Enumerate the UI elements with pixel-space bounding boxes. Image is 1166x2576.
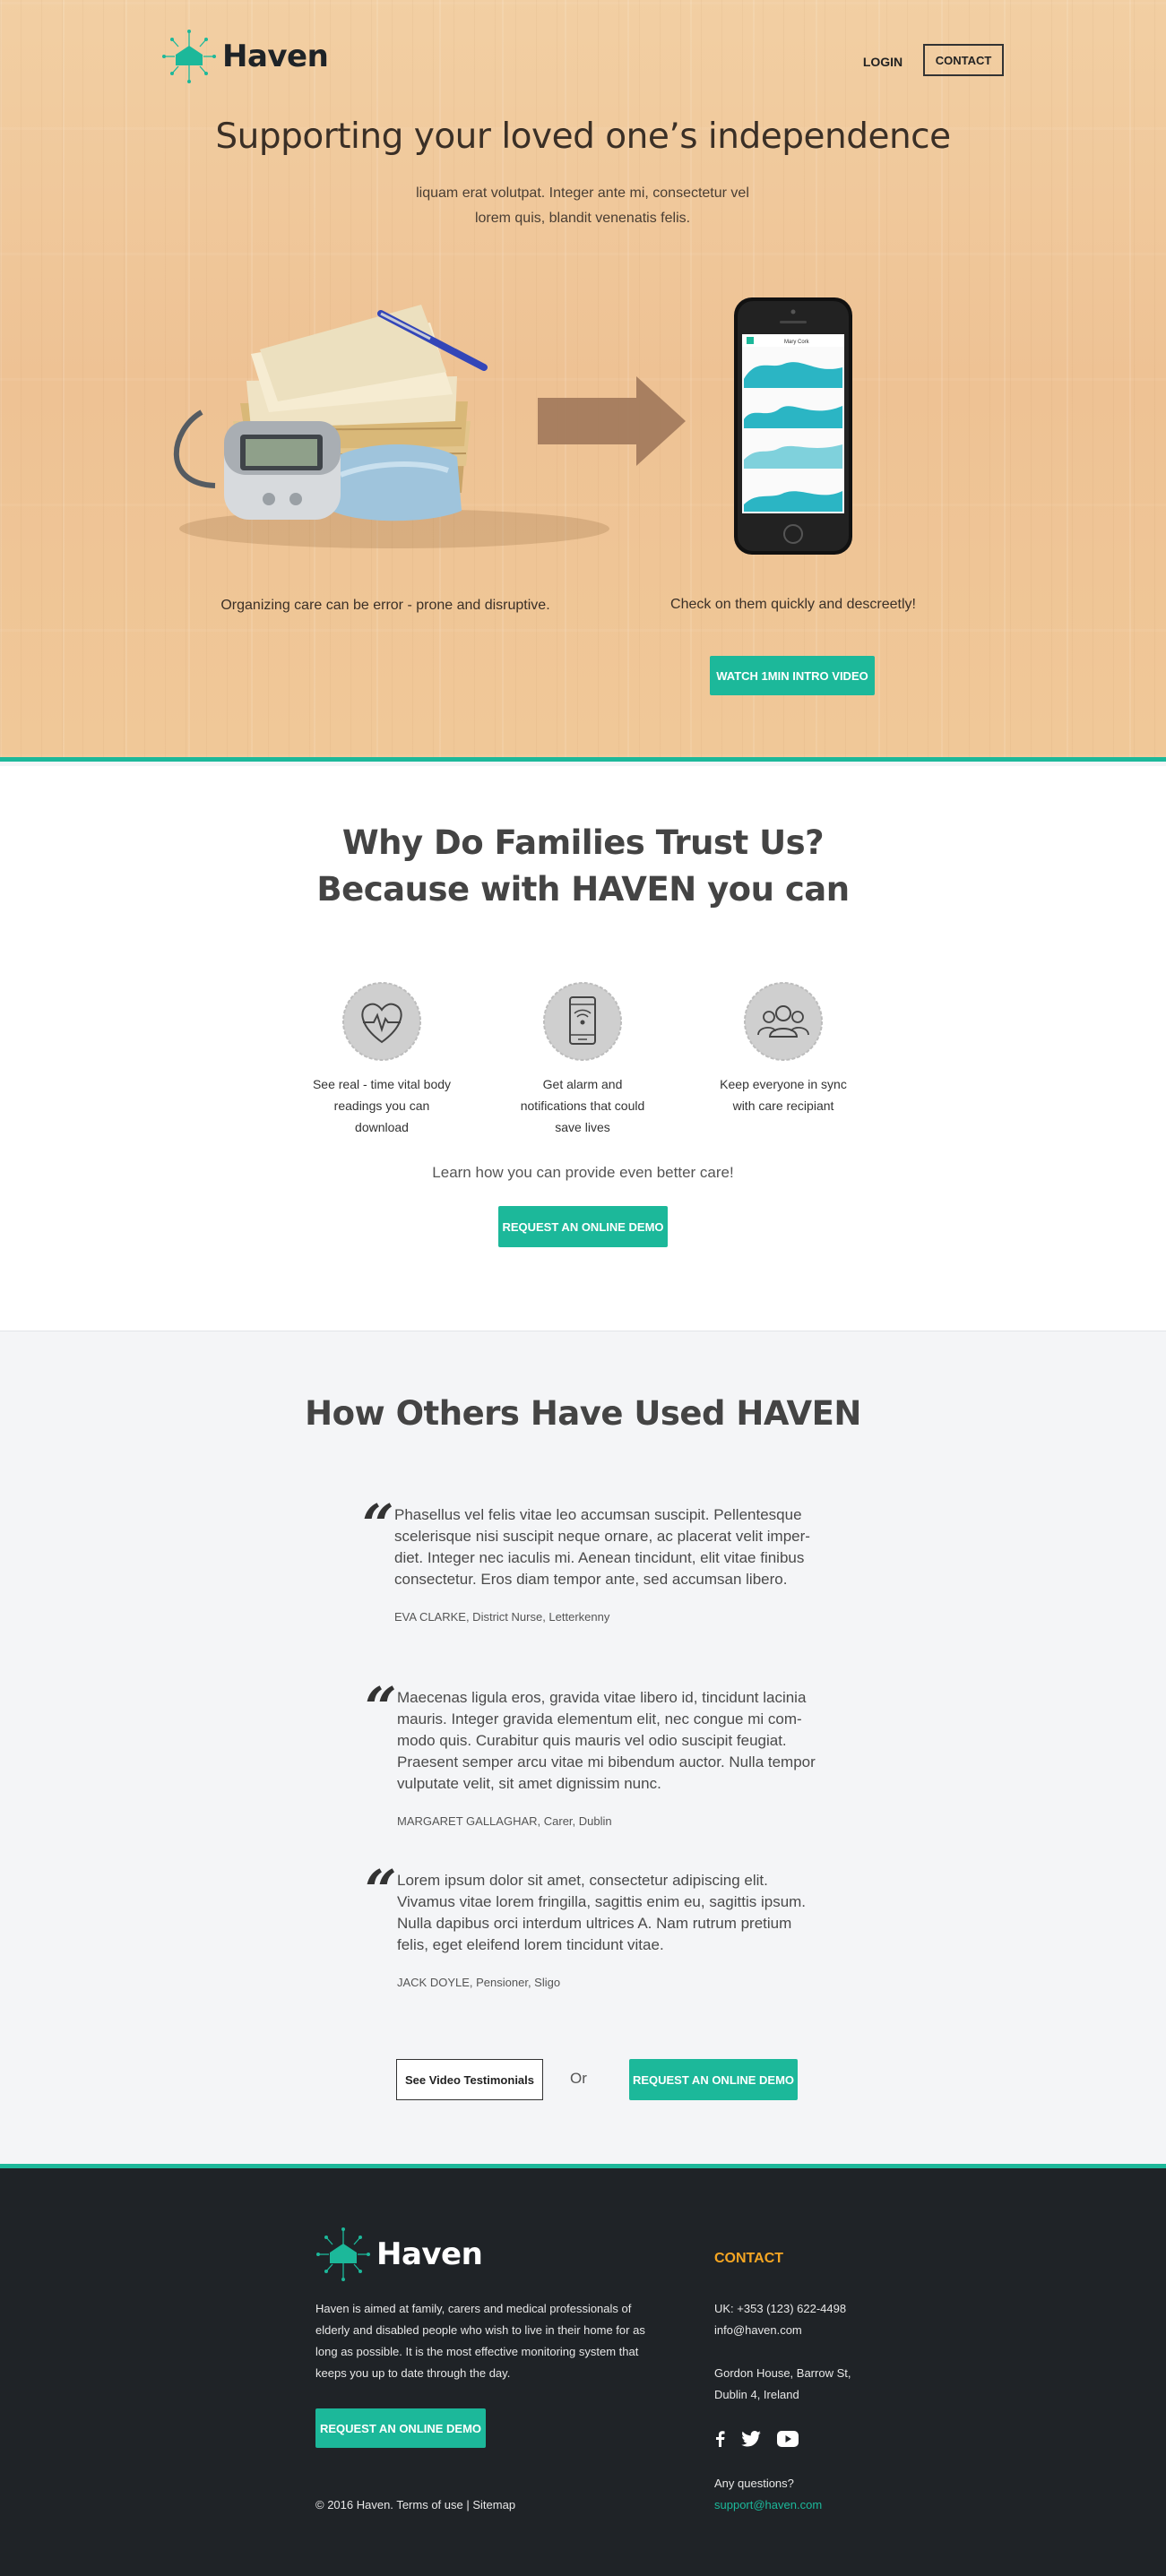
feature-sync: Keep everyone in sync with care recipian… (712, 981, 855, 1116)
address-line-2: Dublin 4, Ireland (714, 2388, 799, 2401)
footer-brand-name: Haven (376, 2236, 483, 2272)
contact-heading: CONTACT (714, 2251, 784, 2266)
or-separator: Or (570, 2070, 587, 2087)
feature-vitals-text: See real - time vital body readings you … (312, 1077, 452, 1134)
testimonial-text: Phasellus vel felis vitae leo accumsan s… (394, 1506, 810, 1588)
people-icon (744, 982, 823, 1061)
learn-more-text: Learn how you can provide even better ca… (432, 1164, 734, 1181)
hero-section: Haven LOGIN CONTACT Supporting your love… (0, 0, 1166, 762)
caption-paperwork: Organizing care can be error - prone and… (220, 598, 550, 613)
haven-logo-icon (316, 2227, 370, 2281)
footer-about-text: Haven is aimed at family, carers and med… (315, 2302, 645, 2380)
quote-mark-icon: “ (362, 1492, 394, 1557)
testimonial-item: “ Maecenas ligula eros, gravida vitae li… (365, 1680, 818, 1829)
copyright-text: © 2016 Haven. (315, 2498, 393, 2511)
paperwork-illustration (173, 305, 686, 548)
why-title: Why Do Families Trust Us? Because with H… (0, 820, 1166, 913)
caption-phone: Check on them quickly and descreetly! (670, 597, 916, 612)
testimonial-text: Maecenas ligula eros, gravida vitae libe… (397, 1689, 816, 1792)
questions-label: Any questions? (714, 2477, 794, 2490)
contact-email[interactable]: info@haven.com (714, 2320, 802, 2341)
testimonials-section: How Others Have Used HAVEN “ Phasellus v… (0, 1331, 1166, 2164)
contact-phone[interactable]: UK: +353 (123) 622-4498 (714, 2298, 846, 2320)
testimonial-author: MARGARET GALLAGHAR, Carer, Dublin (397, 1814, 612, 1828)
login-link[interactable]: LOGIN (851, 47, 914, 77)
why-section: Why Do Families Trust Us? Because with H… (0, 766, 1166, 1331)
testimonial-item: “ Lorem ipsum dolor sit amet, consectetu… (365, 1863, 818, 1990)
watch-intro-video-button[interactable]: WATCH 1MIN INTRO VIDEO (710, 656, 875, 695)
testimonial-author: EVA CLARKE, District Nurse, Letterkenny (394, 1610, 610, 1624)
testimonial-item: “ Phasellus vel felis vitae leo accumsan… (362, 1497, 816, 1624)
twitter-icon[interactable] (741, 2431, 761, 2447)
feature-alarm: Get alarm and notifications that could s… (511, 981, 654, 1138)
hero-title: Supporting your loved one’s independence (215, 116, 951, 157)
heart-pulse-icon (342, 982, 421, 1061)
copyright: © 2016 Haven. Terms of use | Sitemap (315, 2498, 515, 2511)
request-demo-button[interactable]: REQUEST AN ONLINE DEMO (498, 1206, 668, 1247)
brand-name: Haven (222, 39, 329, 74)
youtube-icon[interactable] (777, 2431, 799, 2447)
testimonial-text: Lorem ipsum dolor sit amet, consectetur … (397, 1872, 807, 1953)
phone-app-preview: Mary Cork (734, 297, 852, 555)
quote-mark-icon: “ (365, 1675, 397, 1740)
address-line-1: Gordon House, Barrow St, (714, 2366, 851, 2380)
terms-link[interactable]: Terms of use (396, 2498, 462, 2511)
hero-subtitle: liquam erat volutpat. Integer ante mi, c… (416, 185, 749, 226)
footer: Haven Haven is aimed at family, carers a… (0, 2164, 1166, 2576)
sitemap-link[interactable]: Sitemap (472, 2498, 515, 2511)
request-demo-button-2[interactable]: REQUEST AN ONLINE DEMO (629, 2059, 798, 2100)
feature-vitals: See real - time vital body readings you … (310, 981, 453, 1138)
header-logo[interactable]: Haven (161, 29, 329, 84)
testimonials-title: How Others Have Used HAVEN (305, 1394, 861, 1433)
feature-sync-text: Keep everyone in sync with care recipian… (720, 1077, 847, 1113)
social-links (714, 2431, 799, 2447)
facebook-icon[interactable] (714, 2431, 725, 2447)
why-title-line2: Because with HAVEN you can (316, 870, 850, 909)
why-title-line1: Why Do Families Trust Us? (341, 823, 825, 862)
feature-alarm-text: Get alarm and notifications that could s… (520, 1077, 645, 1134)
haven-logo-icon (162, 30, 216, 83)
link-separator: | (466, 2498, 470, 2511)
contact-button[interactable]: CONTACT (923, 44, 1004, 76)
testimonial-actions: See Video Testimonials Or REQUEST AN ONL… (0, 2059, 1166, 2100)
phone-alarm-icon (543, 982, 622, 1061)
quote-mark-icon: “ (365, 1857, 397, 1923)
testimonial-author: JACK DOYLE, Pensioner, Sligo (397, 1976, 561, 1989)
footer-request-demo-button[interactable]: REQUEST AN ONLINE DEMO (315, 2408, 486, 2448)
footer-logo[interactable]: Haven (315, 2227, 483, 2282)
video-testimonials-button[interactable]: See Video Testimonials (396, 2059, 543, 2100)
support-email-link[interactable]: support@haven.com (714, 2494, 822, 2516)
svg-text:Mary Cork: Mary Cork (784, 340, 810, 345)
